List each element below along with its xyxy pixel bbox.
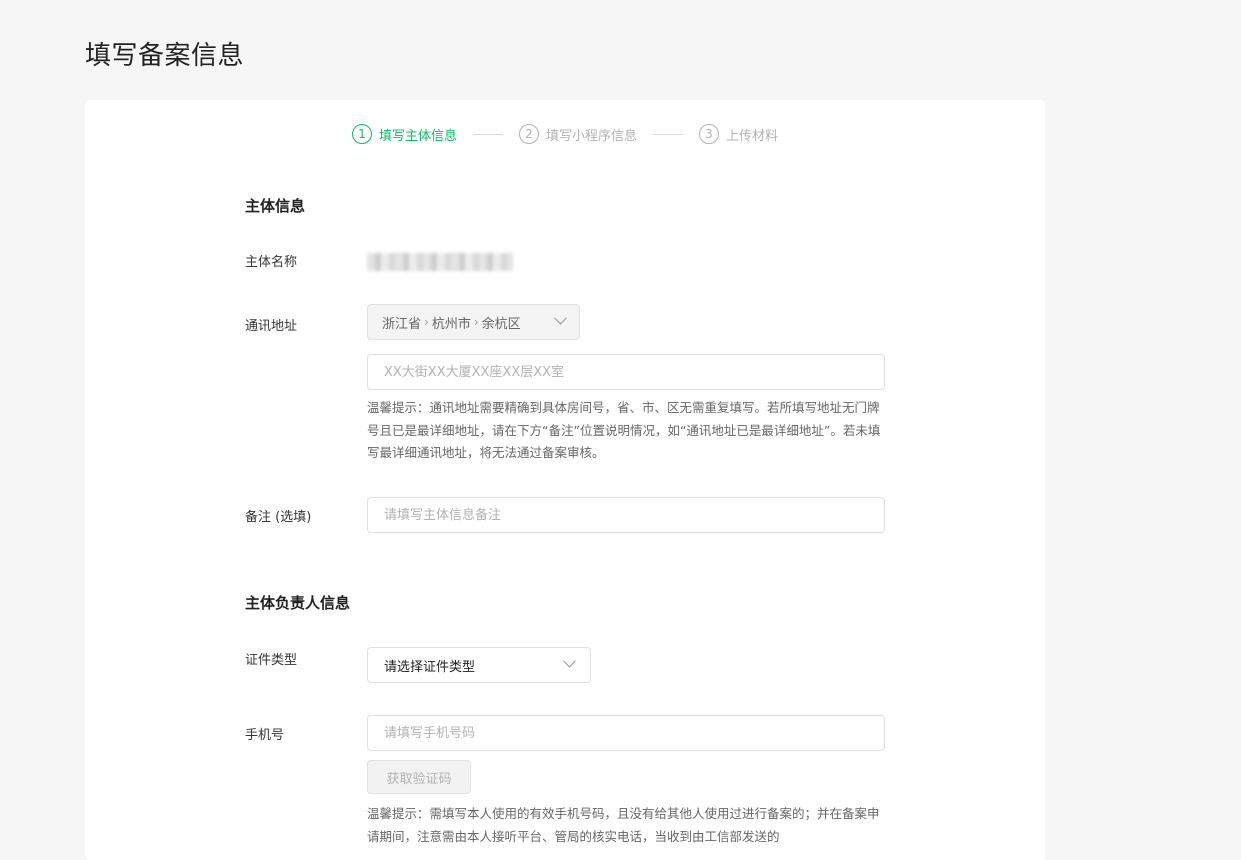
step-1-label: 填写主体信息 <box>378 128 457 144</box>
address-label: 通讯地址 <box>245 319 298 334</box>
id-type-select[interactable]: 请选择证件类型 <box>367 647 591 683</box>
subject-section-title: 主体信息 <box>245 197 306 215</box>
page-title: 填写备案信息 <box>85 41 245 71</box>
province-value: 浙江省 <box>382 316 422 332</box>
step-2-label: 填写小程序信息 <box>545 128 637 144</box>
remark-label: 备注 (选填) <box>245 510 312 525</box>
city-value: 杭州市 <box>431 316 471 332</box>
phone-input[interactable] <box>367 715 885 751</box>
chevron-right-icon: › <box>473 315 479 329</box>
step-1: 1 填写主体信息 <box>351 124 457 144</box>
step-3: 3 上传材料 <box>699 124 778 144</box>
phone-label: 手机号 <box>245 728 285 743</box>
phone-hint: 温馨提示：需填写本人使用的有效手机号码，且没有给其他人使用过进行备案的；并在备案… <box>367 806 880 844</box>
step-2: 2 填写小程序信息 <box>518 124 637 144</box>
subject-name-value-masked <box>367 253 513 271</box>
region-select[interactable]: 浙江省 › 杭州市 › 余杭区 <box>367 304 580 340</box>
id-type-value: 请选择证件类型 <box>384 659 476 675</box>
get-code-button[interactable]: 获取验证码 <box>367 760 471 794</box>
chevron-right-icon: › <box>424 315 429 329</box>
step-3-label: 上传材料 <box>726 128 779 144</box>
subject-name-label: 主体名称 <box>245 255 298 270</box>
remark-input[interactable] <box>367 497 885 533</box>
step-3-number: 3 <box>699 124 719 144</box>
step-divider <box>472 133 503 135</box>
chevron-down-icon <box>554 311 567 325</box>
chevron-down-icon <box>563 654 576 668</box>
form-card: 1 填写主体信息 2 填写小程序信息 3 上传材料 主体信息 主体名称 通讯地址… <box>85 100 1045 860</box>
principal-section-title: 主体负责人信息 <box>245 594 351 612</box>
address-hint: 温馨提示：通讯地址需要精确到具体房间号，省、市、区无需重复填写。若所填写地址无门… <box>367 400 881 460</box>
step-indicator: 1 填写主体信息 2 填写小程序信息 3 上传材料 <box>85 122 1045 146</box>
address-detail-input[interactable] <box>367 354 885 390</box>
step-1-number: 1 <box>351 124 372 144</box>
district-value: 余杭区 <box>481 316 521 332</box>
step-2-number: 2 <box>518 124 539 144</box>
id-type-label: 证件类型 <box>245 653 298 668</box>
step-divider <box>653 133 683 135</box>
